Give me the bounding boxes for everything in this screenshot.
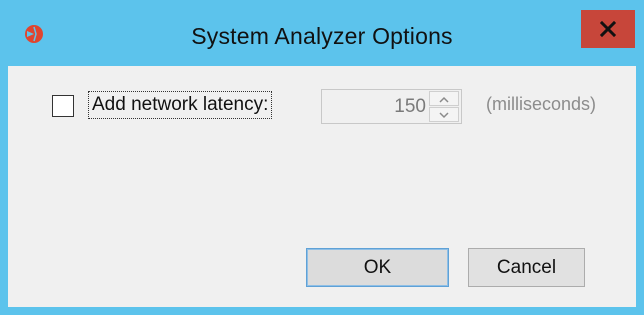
window-title: System Analyzer Options xyxy=(191,23,453,49)
chevron-down-icon xyxy=(439,106,449,124)
close-icon xyxy=(600,21,616,37)
latency-spinner[interactable]: 150 xyxy=(321,89,462,124)
network-latency-label[interactable]: Add network latency: xyxy=(88,91,273,119)
network-latency-checkbox[interactable] xyxy=(52,95,74,117)
spin-down-button[interactable] xyxy=(429,107,459,122)
ok-button[interactable]: OK xyxy=(306,248,449,287)
latency-value-input[interactable]: 150 xyxy=(322,90,426,123)
spin-up-button[interactable] xyxy=(429,91,459,106)
title-bar[interactable]: System Analyzer Options xyxy=(0,0,644,66)
close-button[interactable] xyxy=(581,10,635,48)
dialog-body: Add network latency: 150 (milliseconds) xyxy=(8,66,636,307)
cancel-button[interactable]: Cancel xyxy=(468,248,585,287)
options-dialog: System Analyzer Options Add network late… xyxy=(0,0,644,315)
latency-unit-label: (milliseconds) xyxy=(486,94,597,114)
